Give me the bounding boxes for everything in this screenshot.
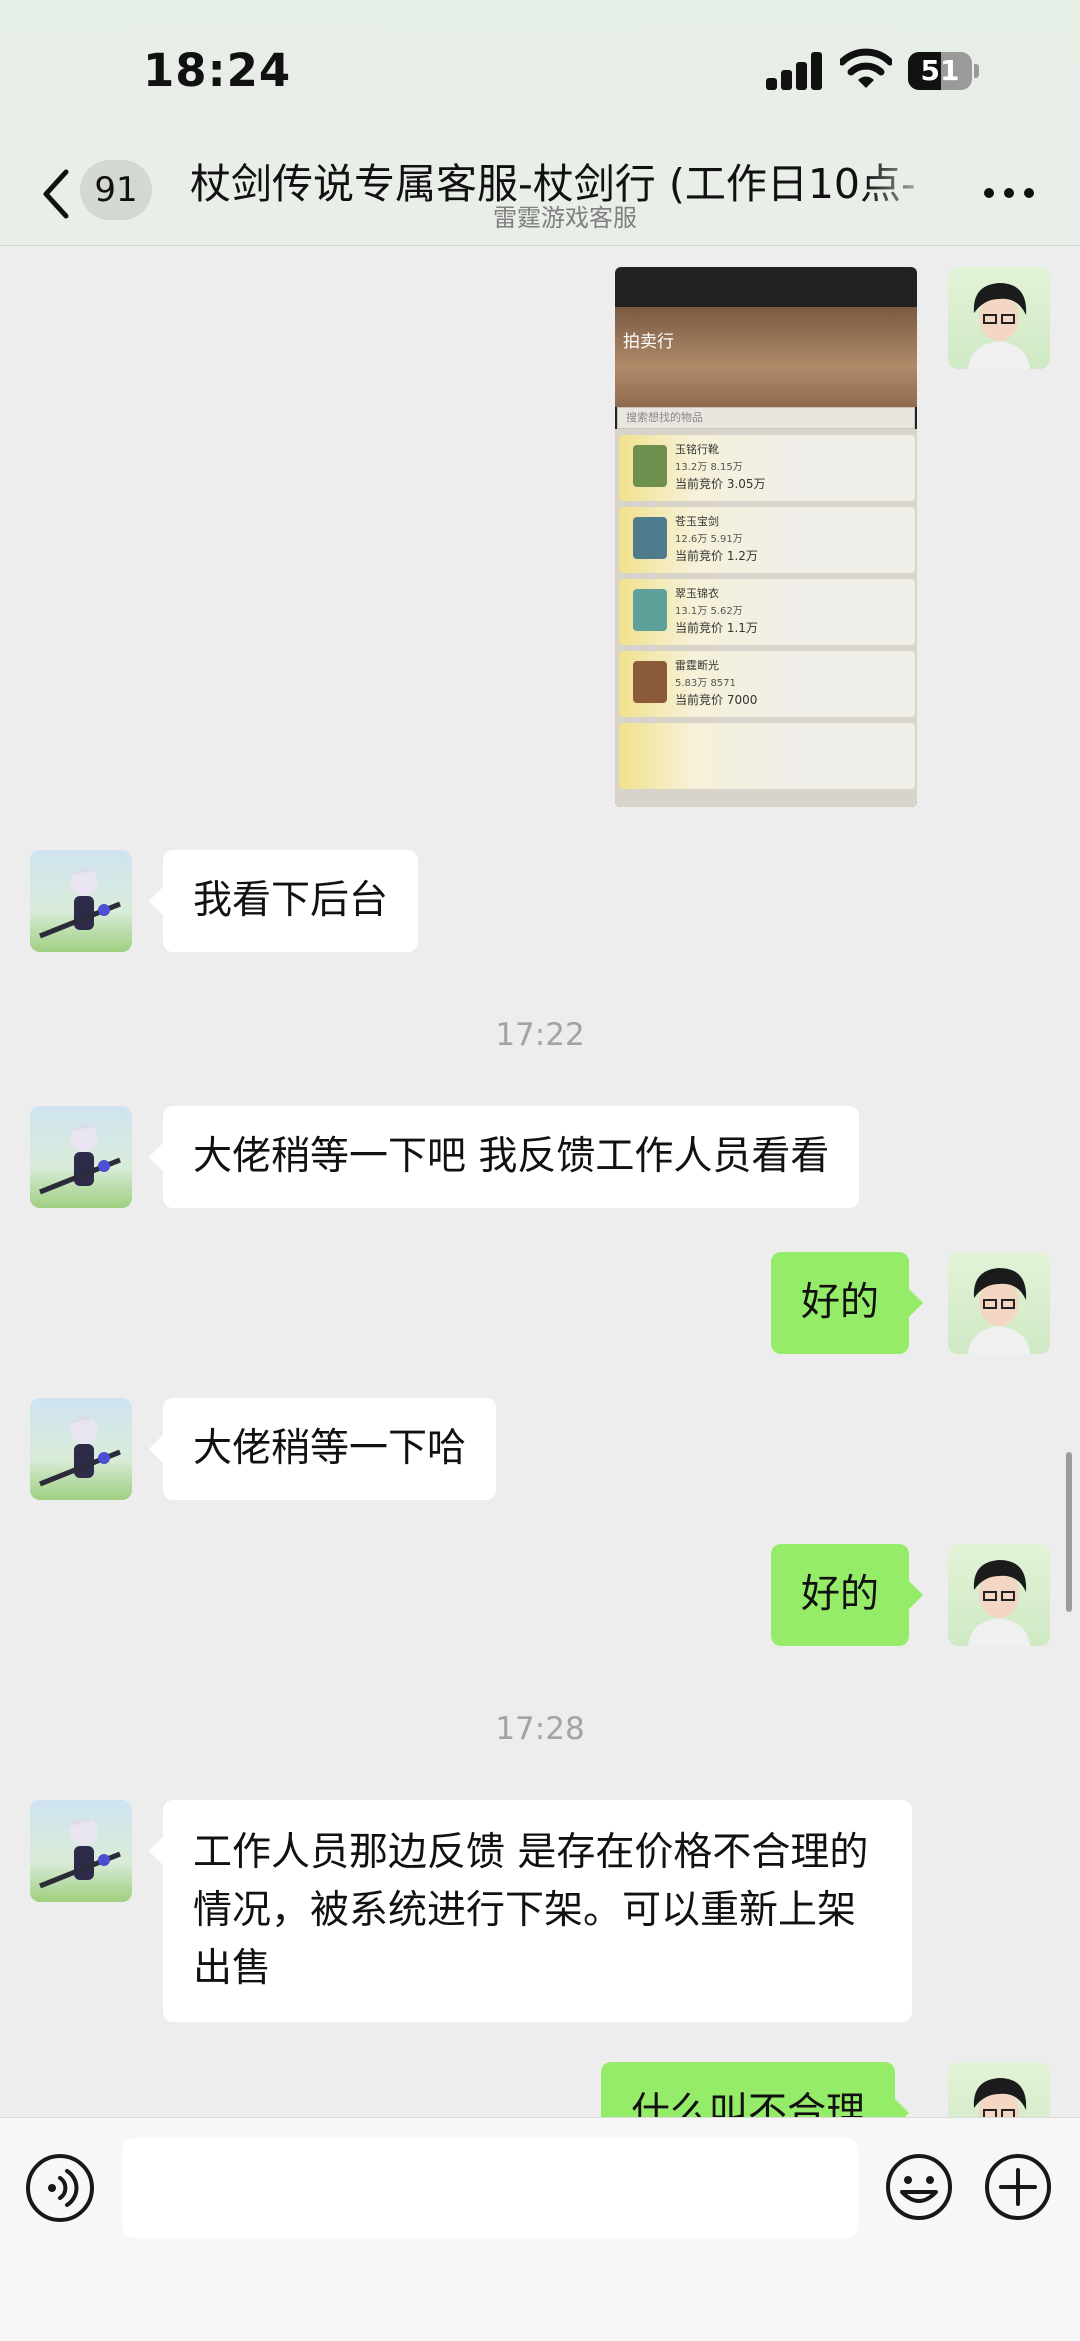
item-price: 当前竞价 1.1万 xyxy=(675,621,758,635)
item-icon xyxy=(633,517,667,559)
auction-item xyxy=(619,723,915,789)
item-price: 当前竞价 7000 xyxy=(675,693,758,707)
message-timestamp: 17:28 xyxy=(495,1711,585,1747)
input-bar xyxy=(0,2117,1080,2341)
user-avatar[interactable] xyxy=(948,2062,1050,2117)
message-input[interactable] xyxy=(122,2138,858,2238)
auction-search: 搜索想找的物品 xyxy=(617,407,915,429)
voice-icon xyxy=(48,2169,79,2207)
scrollbar[interactable] xyxy=(1066,1452,1072,1612)
unread-count-badge[interactable]: 91 xyxy=(80,160,152,220)
auction-list: 玉铭行靴 13.2万 8.15万 当前竞价 3.05万 苍玉宝剑 12.6万 5… xyxy=(615,429,917,807)
item-name: 雷霆断光 xyxy=(675,659,719,672)
voice-button[interactable] xyxy=(26,2154,94,2222)
message-bubble[interactable]: 好的 xyxy=(771,1252,924,1354)
message-bubble[interactable]: 什么叫不合理 xyxy=(601,2062,910,2117)
item-icon xyxy=(633,445,667,487)
user-avatar[interactable] xyxy=(948,1252,1050,1354)
message-bubble[interactable]: 大佬稍等一下哈 xyxy=(148,1398,497,1500)
message-list[interactable]: 拍卖行 搜索想找的物品 玉铭行靴 13.2万 8.15万 当前竞价 3.05万 … xyxy=(0,247,1080,2117)
battery-level: 51 xyxy=(920,54,960,87)
plus-icon[interactable] xyxy=(983,2152,1053,2222)
signal-icon xyxy=(766,52,824,90)
message-bubble[interactable]: 我看下后台 xyxy=(148,850,419,952)
chat-subtitle: 雷霆游戏客服 xyxy=(493,204,637,232)
auction-item: 玉铭行靴 13.2万 8.15万 当前竞价 3.05万 xyxy=(619,435,915,501)
chat-header: 91 杖剑传说专属客服-杖剑行 (工作日10点- 雷霆游戏客服 xyxy=(0,140,1080,246)
agent-avatar[interactable] xyxy=(30,1398,132,1500)
item-icon xyxy=(633,589,667,631)
item-stats: 13.2万 8.15万 xyxy=(675,462,743,473)
item-name: 苍玉宝剑 xyxy=(675,515,719,528)
battery-icon: 51 xyxy=(908,52,980,90)
emoji-icon[interactable] xyxy=(884,2152,954,2222)
auction-title: 拍卖行 xyxy=(623,332,674,352)
agent-avatar[interactable] xyxy=(30,1800,132,1902)
more-icon[interactable] xyxy=(980,178,1038,210)
item-icon xyxy=(633,661,667,703)
user-avatar[interactable] xyxy=(948,267,1050,369)
auction-item: 雷霆断光 5.83万 8571 当前竞价 7000 xyxy=(619,651,915,717)
image-message[interactable]: 拍卖行 搜索想找的物品 玉铭行靴 13.2万 8.15万 当前竞价 3.05万 … xyxy=(615,267,917,807)
auction-banner-image xyxy=(615,307,917,407)
auction-item: 苍玉宝剑 12.6万 5.91万 当前竞价 1.2万 xyxy=(619,507,915,573)
item-price: 当前竞价 1.2万 xyxy=(675,549,758,563)
agent-avatar[interactable] xyxy=(30,1106,132,1208)
back-icon[interactable] xyxy=(38,168,74,220)
item-name: 翠玉锦衣 xyxy=(675,587,719,600)
agent-avatar[interactable] xyxy=(30,850,132,952)
item-stats: 13.1万 5.62万 xyxy=(675,606,743,617)
item-price: 当前竞价 3.05万 xyxy=(675,477,766,491)
message-timestamp: 17:22 xyxy=(495,1017,585,1053)
wifi-icon xyxy=(840,48,892,88)
user-avatar[interactable] xyxy=(948,1544,1050,1646)
message-bubble[interactable]: 工作人员那边反馈 是存在价格不合理的情况，被系统进行下架。可以重新上架出售 xyxy=(149,1800,912,2022)
auction-item: 翠玉锦衣 13.1万 5.62万 当前竞价 1.1万 xyxy=(619,579,915,645)
clock: 18:24 xyxy=(143,44,292,97)
message-bubble[interactable]: 好的 xyxy=(771,1544,924,1646)
status-bar: 18:24 51 xyxy=(0,0,1080,140)
item-stats: 5.83万 8571 xyxy=(675,678,736,689)
item-stats: 12.6万 5.91万 xyxy=(675,534,743,545)
message-bubble[interactable]: 大佬稍等一下吧 我反馈工作人员看看 xyxy=(148,1106,860,1208)
item-name: 玉铭行靴 xyxy=(675,443,719,456)
